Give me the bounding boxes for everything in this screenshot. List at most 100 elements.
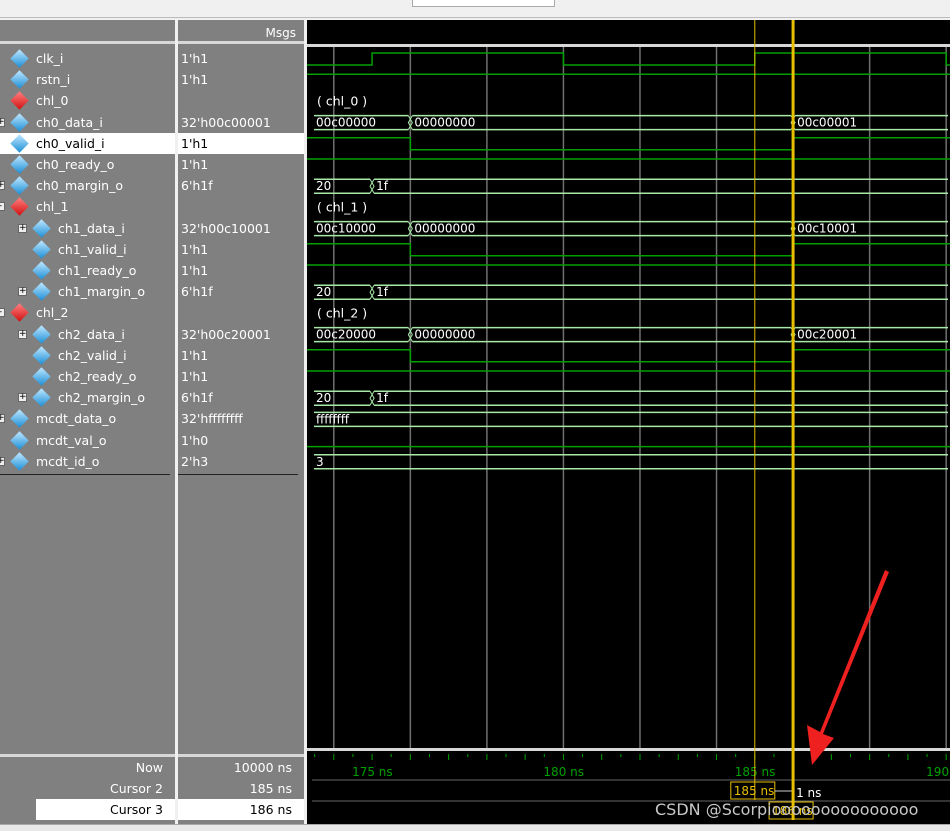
signal-row-chl_2[interactable]: - chl_2	[0, 302, 175, 323]
signal-row-ch0_margin_o[interactable]: + ch0_margin_o	[0, 175, 175, 196]
signal-row-ch1_ready_o[interactable]: ch1_ready_o	[0, 260, 175, 281]
expand-icon[interactable]: +	[18, 393, 27, 403]
signal-name: ch1_margin_o	[58, 284, 145, 300]
time-tick-label: 175 ns	[352, 765, 393, 779]
bus-value: 1f	[376, 391, 389, 405]
signal-name: ch0_valid_i	[36, 135, 105, 151]
signal-value: 1'h0	[181, 432, 209, 448]
bus-value: 00000000	[414, 328, 475, 342]
bus-value: 1f	[376, 285, 389, 299]
expand-icon[interactable]: +	[18, 329, 27, 339]
signal-row-ch2_data_i[interactable]: + ch2_data_i	[0, 324, 175, 345]
group-diamond-icon	[10, 197, 29, 217]
signal-row-ch2_valid_i[interactable]: ch2_valid_i	[0, 345, 175, 366]
signal-name: ch1_ready_o	[58, 263, 137, 278]
waveform-ch0_valid_i	[307, 137, 950, 151]
signal-value: 6'h1f	[181, 390, 213, 406]
signal-name: ch2_data_i	[58, 326, 125, 342]
msgs-header: Msgs	[178, 20, 304, 44]
signal-row-ch0_valid_i[interactable]: ch0_valid_i	[0, 132, 175, 154]
signal-diamond-icon	[10, 70, 29, 89]
signal-row-ch2_ready_o[interactable]: ch2_ready_o	[0, 366, 175, 387]
waveform-ch1_valid_i	[307, 243, 950, 257]
signal-name: mcdt_data_o	[36, 411, 117, 427]
bus-value: 00000000	[414, 116, 475, 130]
signal-value: 1'h1	[181, 347, 209, 363]
group-diamond-icon	[10, 91, 29, 111]
cursor-value-3: 186 ns	[178, 799, 304, 820]
header-separator	[307, 44, 950, 47]
bus-transition	[369, 178, 375, 194]
signal-name: chl_0	[36, 93, 69, 109]
signal-row-ch1_data_i[interactable]: + ch1_data_i	[0, 218, 175, 239]
watermark: CSDN @Scorpiooooooooooooooo	[655, 800, 919, 819]
signal-row-mcdt_data_o[interactable]: + mcdt_data_o	[0, 408, 175, 429]
waveform-canvas[interactable]: ( chl_0 ) 00c00000 00000000 00c00001 20 1f ( c…	[307, 20, 950, 824]
horizontal-scrollbar[interactable]	[0, 824, 950, 831]
waveform-clk_i	[307, 52, 950, 66]
expand-icon[interactable]: +	[18, 287, 27, 297]
signal-name: chl_1	[36, 199, 69, 215]
expand-icon[interactable]: +	[0, 414, 5, 424]
group-label: ( chl_2 )	[317, 305, 367, 320]
bus-value: 1f	[376, 179, 389, 193]
expand-icon[interactable]: +	[18, 223, 27, 233]
signal-row-ch1_margin_o[interactable]: + ch1_margin_o	[0, 281, 175, 302]
cursor-name-2[interactable]: Cursor 2	[0, 778, 175, 799]
signal-diamond-icon	[32, 218, 51, 238]
signal-value: 1'h1	[178, 132, 304, 154]
collapse-icon[interactable]: -	[0, 202, 5, 212]
bus-value: 00c20000	[316, 328, 376, 342]
signal-row-ch0_data_i[interactable]: + ch0_data_i	[0, 112, 175, 133]
bus-value: 00000000	[414, 222, 475, 236]
signal-diamond-icon	[32, 240, 51, 259]
cursor-delta: 1 ns	[796, 786, 821, 800]
signal-diamond-icon	[32, 388, 51, 407]
signal-value: 32'hffffffff	[181, 411, 243, 427]
bus-value: 20	[316, 285, 331, 299]
signal-name: ch2_ready_o	[58, 369, 137, 384]
group-diamond-icon	[10, 303, 29, 323]
signal-name: ch2_margin_o	[58, 390, 145, 406]
bus-value: 00c10001	[797, 222, 857, 236]
signal-diamond-icon	[32, 324, 51, 344]
signal-value: 6'h1f	[181, 178, 213, 194]
signal-value: 2'h3	[181, 453, 209, 469]
signal-diamond-icon	[10, 112, 29, 132]
signal-value-pane: Msgs 1'h1 1'h1 32'h00c00001 1'h1 1'h1 6'h1f 32…	[178, 20, 304, 824]
signal-row-ch1_valid_i[interactable]: ch1_valid_i	[0, 239, 175, 260]
signal-diamond-icon	[10, 134, 29, 153]
waveform-pane[interactable]: ( chl_0 ) 00c00000 00000000 00c00001 20 1f ( c…	[307, 20, 950, 824]
signal-row-clk_i[interactable]: clk_i	[0, 48, 175, 69]
signal-diamond-icon	[10, 409, 29, 429]
signal-diamond-icon	[10, 49, 29, 68]
signal-value: 1'h1	[181, 72, 209, 88]
time-tick-label: 180 ns	[543, 765, 584, 779]
names-header	[0, 20, 175, 44]
signal-value: 32'h00c00001	[181, 114, 271, 130]
signal-value: 1'h1	[181, 263, 209, 278]
signal-row-rstn_i[interactable]: rstn_i	[0, 69, 175, 90]
signal-row-ch0_ready_o[interactable]: ch0_ready_o	[0, 154, 175, 175]
signal-value: 1'h1	[181, 157, 209, 172]
signal-row-chl_1[interactable]: - chl_1	[0, 196, 175, 217]
collapse-icon[interactable]: -	[0, 308, 5, 318]
toolbar-search-input[interactable]	[412, 0, 555, 7]
signal-name: clk_i	[36, 51, 64, 66]
signal-diamond-icon	[32, 261, 51, 280]
bus-value: ffffffff	[316, 412, 350, 426]
cursor-name-3[interactable]: Cursor 3	[36, 799, 175, 820]
signal-row-mcdt_val_o[interactable]: mcdt_val_o	[0, 430, 175, 451]
expand-icon[interactable]: +	[0, 181, 5, 191]
bus-value: 3	[316, 455, 324, 469]
signal-name: ch0_margin_o	[36, 178, 123, 194]
signal-row-mcdt_id_o[interactable]: + mcdt_id_o	[0, 451, 175, 472]
signal-value	[178, 90, 304, 111]
cursor-2-time: 185 ns	[734, 784, 775, 798]
expand-icon[interactable]: +	[0, 456, 5, 466]
signal-row-chl_0[interactable]: chl_0	[0, 90, 175, 111]
signal-row-ch2_margin_o[interactable]: + ch2_margin_o	[0, 387, 175, 408]
expand-icon[interactable]: +	[0, 117, 5, 127]
signal-diamond-icon	[10, 155, 29, 174]
waveform-ch2_valid_i	[307, 349, 950, 363]
